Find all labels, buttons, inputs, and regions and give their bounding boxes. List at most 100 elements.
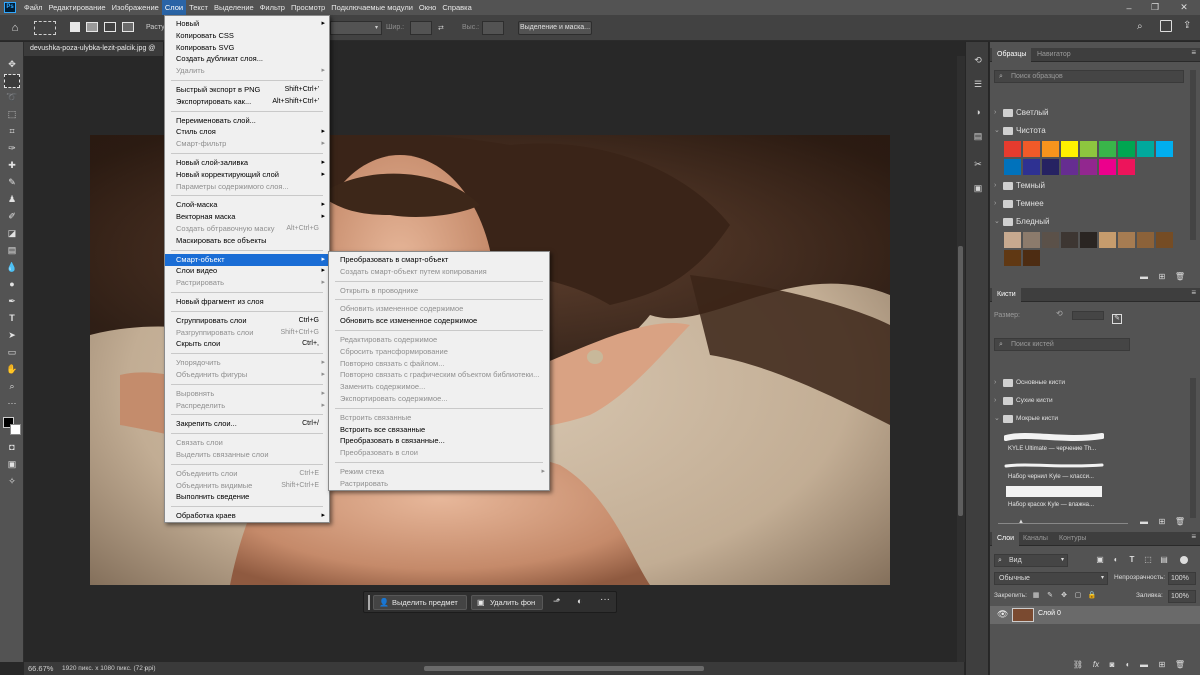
color-swatch[interactable]: [1004, 250, 1021, 266]
layers_menu-item[interactable]: Слои видео ▸: [165, 265, 329, 277]
object-select-tool-icon[interactable]: ⬚: [4, 107, 20, 121]
horizontal-scrollbar[interactable]: [424, 666, 704, 671]
clone-stamp-icon[interactable]: ♟: [4, 192, 20, 206]
color-swatch[interactable]: [1042, 232, 1059, 248]
panel-menu-icon[interactable]: ≡: [1191, 288, 1196, 297]
filter-shape-icon[interactable]: ⬚: [1142, 554, 1154, 566]
marquee-tool-icon[interactable]: [4, 74, 20, 88]
menu-file[interactable]: Файл: [21, 0, 45, 15]
hand-tool-icon[interactable]: ✋: [4, 362, 20, 376]
color-swatch[interactable]: [1042, 159, 1059, 175]
marquee-preset-icon[interactable]: [34, 21, 56, 35]
intersect-selection-icon[interactable]: [122, 22, 134, 32]
layers_menu-item[interactable]: Выполнить сведение: [165, 491, 329, 503]
smart_object_menu-item[interactable]: Обновить все измененное содержимое: [329, 315, 549, 327]
layers_menu-item[interactable]: Новый фрагмент из слоя: [165, 296, 329, 308]
layers_menu-item[interactable]: Смарт-объект ▸: [165, 253, 329, 266]
color-swatch[interactable]: [1137, 141, 1154, 157]
subtract-selection-icon[interactable]: [104, 22, 116, 32]
menu-image[interactable]: Изображение: [109, 0, 162, 15]
layers_menu-item[interactable]: Закрепить слои... Ctrl+/: [165, 418, 329, 430]
crop-tool-icon[interactable]: ⌗: [4, 124, 20, 138]
tab-swatches[interactable]: Образцы: [992, 48, 1032, 62]
layers_menu-item[interactable]: Сгруппировать слои Ctrl+G: [165, 315, 329, 327]
opacity-input[interactable]: 100%: [1168, 572, 1196, 585]
pen-tool-icon[interactable]: ✒: [4, 294, 20, 308]
search-icon[interactable]: ⌕: [1137, 21, 1143, 32]
layers_menu-item[interactable]: Копировать CSS: [165, 30, 329, 42]
brush-group-wet[interactable]: ⌄ Мокрые кисти: [994, 413, 1058, 425]
zoom-tool-icon[interactable]: ⌕: [4, 379, 20, 393]
layers_menu-item[interactable]: Скрыть слои Ctrl+,: [165, 338, 329, 350]
color-swatch[interactable]: [1023, 141, 1040, 157]
menu-edit[interactable]: Редактирование: [45, 0, 108, 15]
width-input[interactable]: [410, 21, 432, 35]
menu-plugins[interactable]: Подключаемые модули: [328, 0, 416, 15]
new-group-icon[interactable]: ▬: [1138, 271, 1150, 283]
tab-layers[interactable]: Слои: [992, 532, 1020, 546]
swatch-group-light[interactable]: › Светлый: [994, 107, 1049, 119]
new-swatch-icon[interactable]: ⊞: [1156, 271, 1168, 283]
color-swatch[interactable]: [1023, 250, 1040, 266]
color-swatch[interactable]: [1042, 141, 1059, 157]
delete-icon[interactable]: 🗑: [1174, 516, 1186, 528]
fx-icon[interactable]: fx: [1090, 659, 1102, 671]
rectangle-tool-icon[interactable]: ▭: [4, 345, 20, 359]
layer-row[interactable]: 👁 Слой 0: [990, 606, 1200, 624]
scroll-thumb[interactable]: [958, 246, 963, 516]
layers_menu-item[interactable]: Копировать SVG: [165, 42, 329, 54]
quick-mask-icon[interactable]: ◘: [4, 440, 20, 454]
history-brush-icon[interactable]: ✐: [4, 209, 20, 223]
color-swatch[interactable]: [1099, 159, 1116, 175]
color-swatch[interactable]: [1156, 141, 1173, 157]
new-brush-icon[interactable]: ⊞: [1156, 516, 1168, 528]
color-swatch[interactable]: [1118, 159, 1135, 175]
color-swatch[interactable]: [1004, 159, 1021, 175]
smart_object_menu-item[interactable]: Преобразовать в связанные...: [329, 435, 549, 447]
color-swatch[interactable]: [1118, 232, 1135, 248]
brushes-scrollbar[interactable]: [1190, 378, 1196, 518]
color-swatch[interactable]: [1099, 141, 1116, 157]
drag-handle[interactable]: [368, 595, 370, 610]
color-swatch[interactable]: [1061, 232, 1078, 248]
remove-background-button[interactable]: ▣ Удалить фон: [471, 595, 543, 610]
blur-tool-icon[interactable]: 💧: [4, 260, 20, 274]
menu-layers[interactable]: Слои: [161, 0, 187, 15]
layer-filter-select[interactable]: ⌕ Вид ▾: [994, 554, 1068, 567]
move-tool-icon[interactable]: ✥: [4, 57, 20, 71]
more-options-icon[interactable]: ···: [600, 594, 610, 605]
zoom-level[interactable]: 66.67%: [28, 662, 53, 675]
home-icon[interactable]: ⌂: [8, 21, 22, 35]
fill-input[interactable]: 100%: [1168, 590, 1196, 603]
tab-navigator[interactable]: Навигатор: [1032, 48, 1076, 62]
style-select[interactable]: ▾: [330, 21, 382, 35]
swatch-group-darker[interactable]: › Темнее: [994, 198, 1044, 210]
brush-preset-3[interactable]: Набор красок Kyle — влажна...: [998, 484, 1178, 512]
document-tab[interactable]: devushka-poza-ulybka-lezit-palcik.jpg @: [24, 42, 164, 56]
layers_menu-item[interactable]: Быстрый экспорт в PNG Shift+Ctrl+': [165, 84, 329, 96]
screen-mode-icon[interactable]: ▣: [4, 457, 20, 471]
new-group-icon[interactable]: ▬: [1138, 659, 1150, 671]
type-tool-icon[interactable]: T: [4, 311, 20, 325]
layers_menu-item[interactable]: Создать дубликат слоя...: [165, 53, 329, 65]
adjustments-icon[interactable]: ◑: [972, 106, 984, 118]
eye-icon[interactable]: 👁: [997, 609, 1008, 620]
tab-paths[interactable]: Контуры: [1054, 532, 1091, 546]
menu-window[interactable]: Окно: [416, 0, 439, 15]
layers_menu-item[interactable]: Экспортировать как... Alt+Shift+Ctrl+': [165, 96, 329, 108]
brush-settings-icon[interactable]: ✎: [1112, 314, 1122, 324]
color-swatch[interactable]: [1137, 232, 1154, 248]
properties-icon[interactable]: ☰: [972, 78, 984, 90]
layer-name[interactable]: Слой 0: [1038, 610, 1061, 617]
smart_object_menu-item[interactable]: Встроить все связанные: [329, 424, 549, 436]
select-and-mask-button[interactable]: Выделение и маска...: [518, 21, 592, 35]
new-layer-icon[interactable]: ⊞: [1156, 659, 1168, 671]
color-swatch[interactable]: [1023, 232, 1040, 248]
minimize-icon[interactable]: –: [1116, 0, 1142, 15]
new-adjustment-icon[interactable]: ◐: [1122, 659, 1134, 671]
restore-icon[interactable]: ❐: [1142, 0, 1168, 15]
layers_menu-item[interactable]: Переименовать слой...: [165, 115, 329, 127]
history-icon[interactable]: ⟲: [972, 54, 984, 66]
menu-filter[interactable]: Фильтр: [257, 0, 288, 15]
lock-all-icon[interactable]: 🔒: [1086, 590, 1098, 602]
